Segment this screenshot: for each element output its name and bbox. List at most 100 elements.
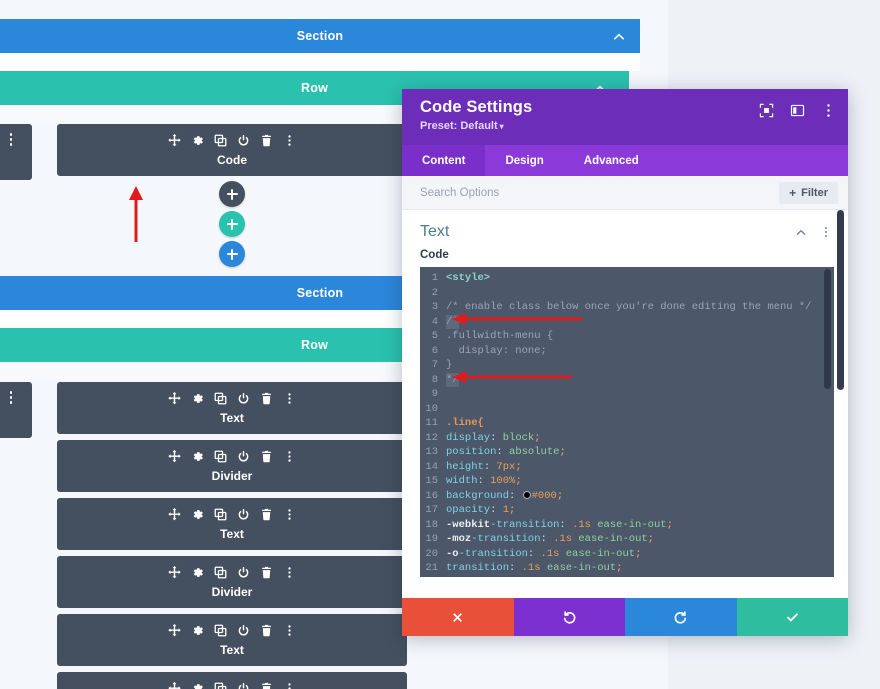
search-input[interactable] (420, 186, 780, 199)
chevron-up-icon[interactable] (795, 226, 807, 238)
move-icon[interactable] (168, 133, 181, 147)
power-icon[interactable] (237, 682, 250, 689)
module-text-3[interactable]: Text (57, 614, 407, 666)
move-icon[interactable] (168, 623, 181, 637)
move-icon[interactable] (168, 565, 181, 579)
duplicate-icon[interactable] (214, 134, 227, 147)
add-module-button[interactable] (219, 181, 245, 207)
module-code-label: Code (217, 153, 247, 167)
module-partial[interactable] (57, 672, 407, 689)
module-toolbar (168, 132, 296, 148)
code-line: 12 display: block; (420, 431, 834, 446)
tab-content[interactable]: Content (402, 145, 486, 176)
trash-icon[interactable] (260, 508, 273, 521)
more-vertical-icon[interactable] (283, 682, 296, 689)
color-swatch-icon (522, 490, 531, 499)
column-handle-2[interactable] (0, 382, 32, 438)
more-vertical-icon[interactable] (821, 103, 836, 118)
modal-header: Code Settings Preset: Default ▾ (402, 89, 848, 145)
gear-icon[interactable] (191, 566, 204, 579)
module-code[interactable]: Code (57, 124, 407, 176)
gear-icon[interactable] (191, 508, 204, 521)
code-line: 14 height: 7px; (420, 460, 834, 475)
move-icon[interactable] (168, 449, 181, 463)
filter-button-label: Filter (801, 186, 828, 199)
gear-icon[interactable] (191, 450, 204, 463)
duplicate-icon[interactable] (214, 682, 227, 689)
search-bar: + Filter (402, 176, 848, 210)
panel-scrollbar[interactable] (837, 210, 844, 390)
tab-advanced[interactable]: Advanced (564, 145, 659, 176)
power-icon[interactable] (237, 624, 250, 637)
code-editor[interactable]: 1 <style> 2 3/* enable class below once y… (420, 267, 834, 577)
modal-header-actions (759, 103, 836, 118)
trash-icon[interactable] (260, 450, 273, 463)
close-icon (453, 612, 463, 622)
gear-icon[interactable] (191, 134, 204, 147)
module-text-2[interactable]: Text (57, 498, 407, 550)
option-group-text-header[interactable]: Text (402, 210, 848, 249)
section-band-1[interactable]: Section (0, 19, 640, 53)
more-vertical-icon[interactable] (9, 133, 13, 146)
more-vertical-icon[interactable] (283, 566, 296, 579)
preset-selector[interactable]: Preset: Default ▾ (420, 120, 834, 132)
column-handle-1[interactable] (0, 124, 32, 180)
code-line: 9 (420, 387, 834, 402)
trash-icon[interactable] (260, 682, 273, 689)
save-button[interactable] (736, 598, 848, 636)
power-icon[interactable] (237, 450, 250, 463)
duplicate-icon[interactable] (214, 508, 227, 521)
module-text-1[interactable]: Text (57, 382, 407, 434)
filter-button[interactable]: + Filter (779, 181, 838, 204)
module-text-1-label: Text (220, 411, 244, 425)
duplicate-icon[interactable] (214, 624, 227, 637)
trash-icon[interactable] (260, 134, 273, 147)
layout-icon[interactable] (790, 103, 805, 118)
module-divider-2-label: Divider (211, 585, 253, 599)
line-number: 5 (431, 330, 438, 342)
duplicate-icon[interactable] (214, 450, 227, 463)
add-row-button[interactable] (219, 211, 245, 237)
add-section-button[interactable] (219, 241, 245, 267)
power-icon[interactable] (237, 134, 250, 147)
more-vertical-icon[interactable] (820, 226, 832, 238)
line-text: display: block; (446, 431, 541, 444)
chevron-up-icon[interactable] (612, 29, 626, 43)
redo-button[interactable] (625, 598, 737, 636)
line-number: 18 (425, 518, 438, 531)
more-vertical-icon[interactable] (283, 508, 296, 521)
more-vertical-icon[interactable] (9, 391, 13, 404)
trash-icon[interactable] (260, 566, 273, 579)
module-divider-2[interactable]: Divider (57, 556, 407, 608)
line-number: 17 (425, 504, 438, 516)
power-icon[interactable] (237, 566, 250, 579)
line-number: 6 (431, 344, 438, 357)
line-number: 16 (425, 489, 438, 502)
trash-icon[interactable] (260, 392, 273, 405)
duplicate-icon[interactable] (214, 566, 227, 579)
modal-tabs: Content Design Advanced (402, 145, 848, 176)
more-vertical-icon[interactable] (283, 134, 296, 147)
undo-button[interactable] (513, 598, 625, 636)
editor-scrollbar[interactable] (824, 269, 831, 389)
gear-icon[interactable] (191, 392, 204, 405)
power-icon[interactable] (237, 392, 250, 405)
move-icon[interactable] (168, 507, 181, 521)
code-line: 2 (420, 286, 834, 301)
module-divider-1[interactable]: Divider (57, 440, 407, 492)
move-icon[interactable] (168, 391, 181, 405)
focus-icon[interactable] (759, 103, 774, 118)
more-vertical-icon[interactable] (283, 624, 296, 637)
duplicate-icon[interactable] (214, 392, 227, 405)
line-number: 13 (425, 446, 438, 458)
gear-icon[interactable] (191, 682, 204, 689)
power-icon[interactable] (237, 508, 250, 521)
tab-design[interactable]: Design (485, 145, 563, 176)
code-line: 15 width: 100%; (420, 474, 834, 489)
trash-icon[interactable] (260, 624, 273, 637)
more-vertical-icon[interactable] (283, 392, 296, 405)
more-vertical-icon[interactable] (283, 450, 296, 463)
move-icon[interactable] (168, 681, 181, 689)
gear-icon[interactable] (191, 624, 204, 637)
cancel-button[interactable] (402, 598, 514, 636)
